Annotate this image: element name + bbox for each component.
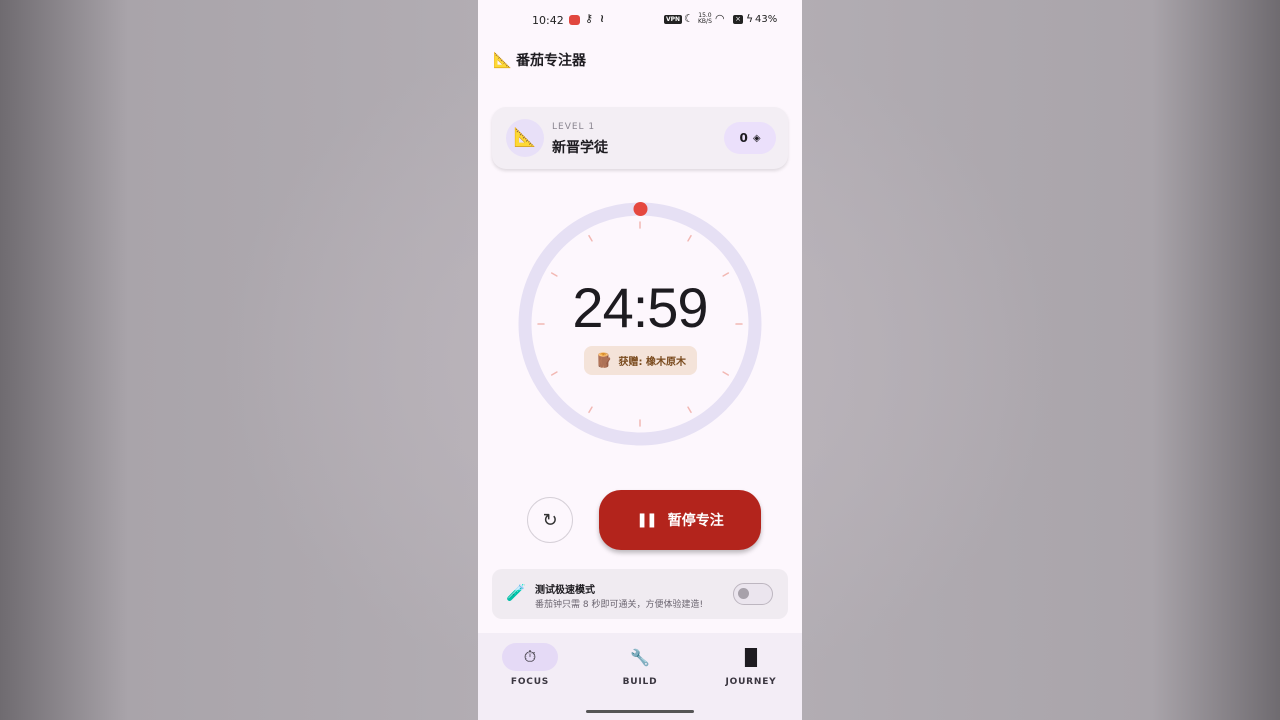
nav-build[interactable]: 🔧 BUILD xyxy=(595,643,685,688)
level-label: LEVEL 1 xyxy=(552,122,596,132)
network-speed: 15.0 KB/S xyxy=(698,12,712,25)
vpn-badge: VPN xyxy=(664,15,683,24)
nav-build-label: BUILD xyxy=(622,677,658,687)
wrench-icon: 🔧 xyxy=(630,647,650,667)
status-time: 10:42 xyxy=(532,14,564,27)
stopwatch-icon: ⏱ xyxy=(502,643,558,671)
reset-button[interactable]: ↻ xyxy=(527,497,573,543)
rank-name: 新晋学徒 xyxy=(552,140,608,156)
bar-chart-icon: ▐▌ xyxy=(738,647,764,667)
triangle-ruler-icon: 📐 xyxy=(493,51,512,69)
nav-focus[interactable]: ⏱ FOCUS xyxy=(485,643,575,687)
reward-text: 获赠: 橡木原木 xyxy=(618,357,686,368)
app-title: 番茄专注器 xyxy=(516,53,586,69)
pause-icon: ❚❚ xyxy=(636,512,658,528)
level-card[interactable]: 📐 LEVEL 1 新晋学徒 0 ◈ xyxy=(492,107,788,169)
tick-mark xyxy=(687,234,692,242)
tick-mark xyxy=(722,371,730,376)
refresh-icon: ↻ xyxy=(542,509,558,531)
do-not-disturb-icon: ☾ xyxy=(684,12,694,25)
triangle-ruler-icon: 📐 xyxy=(506,119,544,157)
nav-focus-label: FOCUS xyxy=(510,677,550,687)
pause-focus-button[interactable]: ❚❚ 暂停专注 xyxy=(599,490,761,550)
status-bar: 10:42 ⚷ ≀ VPN ☾ 15.0 KB/S ◠ × ϟ 43% xyxy=(478,0,802,40)
wood-log-icon: 🪵 xyxy=(595,352,613,369)
key-icon: ⚷ xyxy=(585,12,594,25)
nav-journey[interactable]: ▐▌ JOURNEY xyxy=(706,643,796,688)
test-mode-card: 🧪 测试极速模式 番茄钟只需 8 秒即可通关，方便体验建造! xyxy=(492,569,788,619)
test-mode-description: 番茄钟只需 8 秒即可通关，方便体验建造! xyxy=(535,600,704,610)
battery-level: 43% xyxy=(755,14,778,25)
reward-chip: 🪵 获赠: 橡木原木 xyxy=(584,346,697,375)
test-tube-icon: 🧪 xyxy=(506,583,526,602)
activity-icon: ≀ xyxy=(600,12,605,25)
phone-screen: 10:42 ⚷ ≀ VPN ☾ 15.0 KB/S ◠ × ϟ 43% 📐 番茄… xyxy=(478,0,802,720)
countdown-time: 24:59 xyxy=(572,276,708,339)
tick-mark xyxy=(588,234,593,242)
toggle-knob xyxy=(738,588,749,599)
notification-app-icon xyxy=(569,15,580,25)
test-mode-toggle[interactable] xyxy=(733,583,773,605)
home-indicator[interactable] xyxy=(586,710,694,713)
resource-count-chip[interactable]: 0 ◈ xyxy=(724,122,776,154)
test-mode-title: 测试极速模式 xyxy=(535,585,595,596)
app-header: 📐 番茄专注器 xyxy=(493,50,586,70)
progress-indicator[interactable] xyxy=(633,202,648,216)
pause-label: 暂停专注 xyxy=(667,513,724,529)
nav-journey-label: JOURNEY xyxy=(725,677,777,687)
tick-mark xyxy=(588,406,593,414)
tick-mark xyxy=(550,371,558,376)
sim-off-icon: × xyxy=(733,15,743,24)
resource-count: 0 xyxy=(739,131,748,145)
tick-mark xyxy=(687,406,692,414)
charging-icon: ϟ xyxy=(746,12,754,25)
layers-icon: ◈ xyxy=(752,132,761,144)
wifi-icon: ◠ xyxy=(715,12,725,25)
bottom-nav: ⏱ FOCUS 🔧 BUILD ▐▌ JOURNEY xyxy=(478,633,802,720)
